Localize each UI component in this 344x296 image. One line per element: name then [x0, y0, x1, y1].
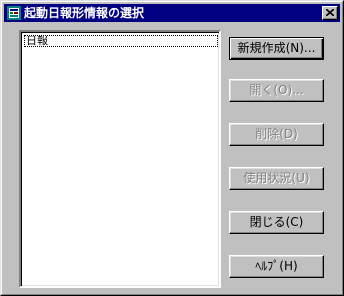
usage-button[interactable]: 使用状況(U)	[229, 167, 324, 190]
new-button[interactable]: 新規作成(N)...	[229, 37, 324, 60]
delete-button[interactable]: 削除(D)	[229, 123, 324, 146]
title-bar[interactable]: 起動日報形情報の選択	[4, 4, 340, 22]
open-button[interactable]: 開く(O)...	[229, 79, 324, 102]
window-title: 起動日報形情報の選択	[24, 6, 145, 20]
help-button[interactable]: ﾍﾙﾌﾟ(H)	[229, 255, 324, 278]
close-button[interactable]: 閉じる(C)	[229, 211, 324, 234]
close-icon[interactable]	[322, 6, 338, 20]
list-item[interactable]: 日報	[24, 35, 218, 47]
dialog-window: 起動日報形情報の選択 日報 新規作成(N)... 開く(O)... 削除(D) …	[0, 0, 344, 296]
app-icon	[6, 5, 22, 21]
report-format-list[interactable]: 日報	[19, 30, 221, 288]
